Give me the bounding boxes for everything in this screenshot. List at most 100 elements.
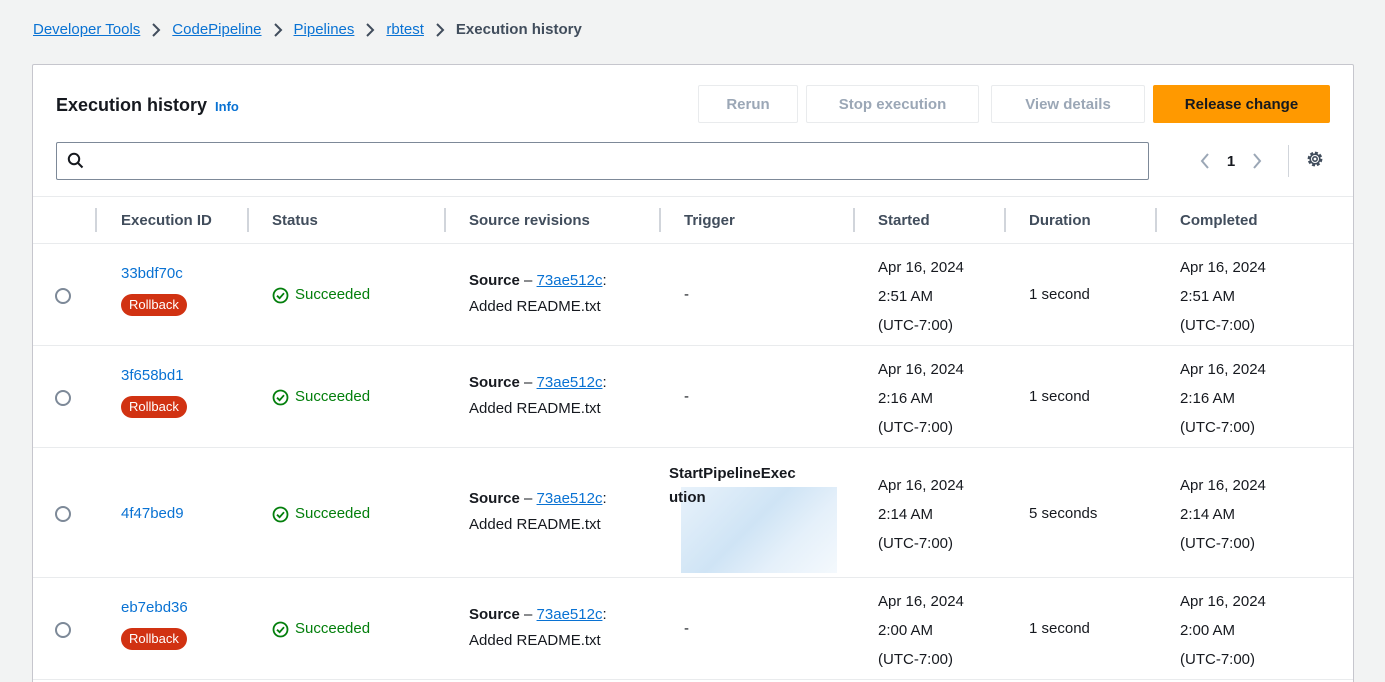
- execution-id-link[interactable]: 33bdf70c: [121, 260, 187, 288]
- trigger-cell: -: [684, 388, 689, 405]
- pagination: 1: [1191, 147, 1271, 175]
- source-dash: –: [519, 490, 537, 507]
- source-dash: –: [519, 374, 537, 391]
- breadcrumb-rbtest[interactable]: rbtest: [386, 21, 424, 38]
- status-cell: Succeeded: [272, 500, 370, 528]
- column-header-completed[interactable]: Completed: [1180, 197, 1258, 243]
- completed-timezone: (UTC-7:00): [1180, 419, 1256, 436]
- started-time: 2:16 AM: [878, 390, 934, 407]
- previous-page-button[interactable]: [1191, 147, 1219, 175]
- rollback-badge: Rollback: [121, 396, 187, 418]
- column-header-duration[interactable]: Duration: [1029, 197, 1091, 243]
- success-check-icon: [272, 389, 289, 406]
- table-row[interactable]: eb7ebd36 Rollback Succeeded Source – 73a…: [33, 578, 1353, 680]
- execution-history-panel: Execution history Info Rerun Stop execut…: [32, 64, 1354, 682]
- rollback-badge: Rollback: [121, 294, 187, 316]
- execution-id-link[interactable]: 4f47bed9: [121, 500, 184, 528]
- next-page-button[interactable]: [1243, 147, 1271, 175]
- release-change-button[interactable]: Release change: [1153, 85, 1330, 123]
- status-text: Succeeded: [295, 286, 371, 303]
- trigger-cell: StartPipelineExec ution: [669, 462, 796, 510]
- status-text: Succeeded: [295, 388, 371, 405]
- completed-timezone: (UTC-7:00): [1180, 535, 1256, 552]
- status-text: Succeeded: [295, 620, 371, 637]
- row-select-radio[interactable]: [55, 390, 71, 406]
- search-input[interactable]: [91, 148, 1136, 174]
- completed-cell: Apr 16, 2024 2:51 AM (UTC-7:00): [1180, 253, 1266, 340]
- execution-id-cell: 3f658bd1 Rollback: [121, 362, 187, 421]
- column-header-started[interactable]: Started: [878, 197, 930, 243]
- source-dash: –: [519, 606, 537, 623]
- completed-date: Apr 16, 2024: [1180, 477, 1266, 494]
- column-header-trigger[interactable]: Trigger: [684, 197, 735, 243]
- execution-id-cell: 33bdf70c Rollback: [121, 260, 187, 319]
- column-divider: [247, 208, 249, 232]
- source-commit-link[interactable]: 73ae512c: [537, 272, 603, 289]
- completed-date: Apr 16, 2024: [1180, 593, 1266, 610]
- source-label: Source: [469, 374, 520, 391]
- started-date: Apr 16, 2024: [878, 259, 964, 276]
- column-divider: [1155, 208, 1157, 232]
- completed-cell: Apr 16, 2024 2:00 AM (UTC-7:00): [1180, 587, 1266, 674]
- started-time: 2:14 AM: [878, 506, 934, 523]
- breadcrumb-codepipeline[interactable]: CodePipeline: [172, 21, 261, 38]
- source-commit-link[interactable]: 73ae512c: [537, 374, 603, 391]
- duration-cell: 1 second: [1029, 620, 1090, 637]
- completed-cell: Apr 16, 2024 2:14 AM (UTC-7:00): [1180, 471, 1266, 558]
- source-colon: :: [602, 490, 607, 507]
- rollback-badge: Rollback: [121, 628, 187, 650]
- breadcrumb-developer-tools[interactable]: Developer Tools: [33, 21, 140, 38]
- chevron-right-icon: [273, 22, 283, 37]
- view-details-button[interactable]: View details: [991, 85, 1145, 123]
- trigger-cell: -: [684, 620, 689, 637]
- status-cell: Succeeded: [272, 281, 370, 309]
- source-message: Added README.txt: [469, 632, 601, 649]
- row-select-radio[interactable]: [55, 506, 71, 522]
- completed-date: Apr 16, 2024: [1180, 259, 1266, 276]
- source-commit-link[interactable]: 73ae512c: [537, 490, 603, 507]
- completed-timezone: (UTC-7:00): [1180, 651, 1256, 668]
- column-header-execution-id[interactable]: Execution ID: [121, 197, 212, 243]
- breadcrumb-pipelines[interactable]: Pipelines: [294, 21, 355, 38]
- column-divider: [95, 208, 97, 232]
- stop-execution-button[interactable]: Stop execution: [806, 85, 979, 123]
- duration-cell: 1 second: [1029, 286, 1090, 303]
- search-field[interactable]: [56, 142, 1149, 180]
- completed-time: 2:16 AM: [1180, 390, 1236, 407]
- started-timezone: (UTC-7:00): [878, 535, 954, 552]
- current-page-number[interactable]: 1: [1219, 153, 1243, 170]
- column-header-status[interactable]: Status: [272, 197, 318, 243]
- column-header-source-revisions[interactable]: Source revisions: [469, 197, 590, 243]
- trigger-text-line1: StartPipelineExec: [669, 465, 796, 482]
- started-date: Apr 16, 2024: [878, 477, 964, 494]
- row-select-radio[interactable]: [55, 288, 71, 304]
- execution-id-cell: eb7ebd36 Rollback: [121, 594, 188, 653]
- execution-id-link[interactable]: 3f658bd1: [121, 362, 187, 390]
- completed-date: Apr 16, 2024: [1180, 361, 1266, 378]
- info-link[interactable]: Info: [215, 99, 239, 114]
- trigger-text-line2: ution: [669, 489, 706, 506]
- column-divider: [444, 208, 446, 232]
- table-row[interactable]: 33bdf70c Rollback Succeeded Source – 73a…: [33, 244, 1353, 346]
- settings-gear-icon[interactable]: [1301, 145, 1329, 173]
- completed-time: 2:00 AM: [1180, 622, 1236, 639]
- rerun-button[interactable]: Rerun: [698, 85, 798, 123]
- breadcrumb-current: Execution history: [455, 21, 582, 38]
- started-cell: Apr 16, 2024 2:14 AM (UTC-7:00): [878, 471, 964, 558]
- chevron-right-icon: [365, 22, 375, 37]
- row-select-radio[interactable]: [55, 622, 71, 638]
- status-text: Succeeded: [295, 505, 371, 522]
- column-divider: [853, 208, 855, 232]
- source-commit-link[interactable]: 73ae512c: [537, 606, 603, 623]
- execution-id-link[interactable]: eb7ebd36: [121, 594, 188, 622]
- source-label: Source: [469, 490, 520, 507]
- status-cell: Succeeded: [272, 615, 370, 643]
- completed-timezone: (UTC-7:00): [1180, 317, 1256, 334]
- table-row[interactable]: 3f658bd1 Rollback Succeeded Source – 73a…: [33, 346, 1353, 448]
- table-row[interactable]: 4f47bed9 Succeeded Source – 73ae512c: Ad…: [33, 448, 1353, 578]
- source-colon: :: [602, 606, 607, 623]
- started-time: 2:51 AM: [878, 288, 934, 305]
- panel-title: Execution history: [56, 95, 208, 115]
- chevron-right-icon: [1253, 153, 1262, 169]
- started-timezone: (UTC-7:00): [878, 651, 954, 668]
